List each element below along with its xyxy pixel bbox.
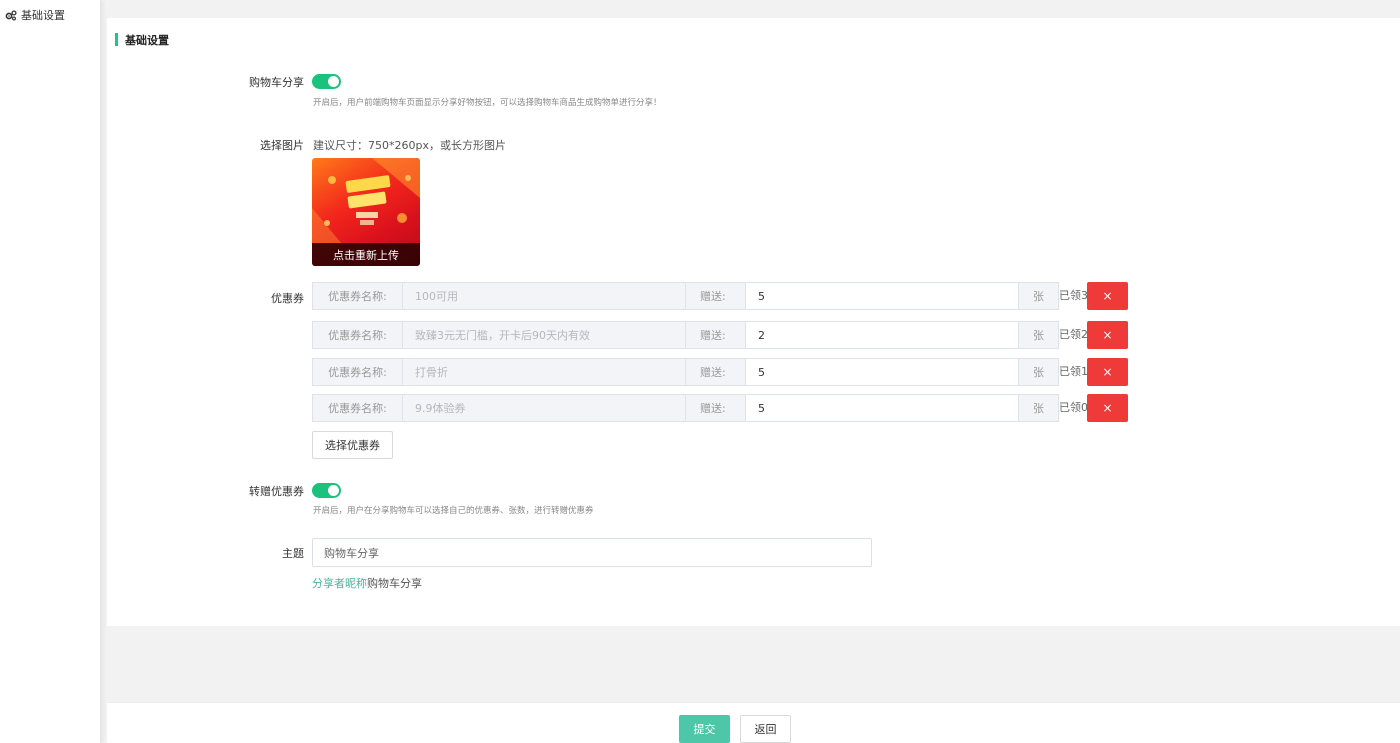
- coupon-give-label: 赠送:: [685, 394, 746, 422]
- coupons-label: 优惠券: [271, 292, 304, 305]
- select-coupon-button[interactable]: 选择优惠券: [312, 431, 393, 459]
- cart-share-hint: 开启后，用户前端购物车页面显示分享好物按钮，可以选择购物车商品生成购物单进行分享…: [313, 98, 662, 108]
- coupon-give-input[interactable]: 2: [745, 321, 1019, 349]
- coupon-delete-button[interactable]: ×: [1087, 282, 1128, 310]
- coupon-delete-button[interactable]: ×: [1087, 394, 1128, 422]
- coupon-give-input[interactable]: 5: [745, 358, 1019, 386]
- coupon-name-label: 优惠券名称:: [312, 358, 403, 386]
- sidebar-item-label: 基础设置: [21, 9, 65, 22]
- cart-share-label: 购物车分享: [249, 76, 304, 89]
- coupon-row: 优惠券名称: 9.9体验券 赠送: 5 张 已领0 ×: [312, 394, 1132, 422]
- back-button[interactable]: 返回: [740, 715, 791, 743]
- subject-tag-suffix: 购物车分享: [367, 577, 422, 590]
- coupon-row: 优惠券名称: 打骨折 赠送: 5 张 已领1 ×: [312, 358, 1132, 386]
- subject-label: 主题: [282, 547, 304, 560]
- cart-share-toggle[interactable]: [312, 74, 341, 89]
- coupon-name-label: 优惠券名称:: [312, 321, 403, 349]
- coupon-name-field: 致臻3元无门槛，开卡后90天内有效: [402, 321, 686, 349]
- subject-tag-line: 分享者昵称购物车分享: [312, 575, 422, 591]
- coupon-name-field: 100可用: [402, 282, 686, 310]
- share-image-upload[interactable]: 点击重新上传: [312, 158, 420, 266]
- coupon-received-count: 已领0: [1059, 401, 1088, 414]
- toggle-knob: [328, 485, 339, 496]
- coupon-delete-button[interactable]: ×: [1087, 358, 1128, 386]
- section-title-text: 基础设置: [125, 33, 169, 47]
- coupon-name-field: 打骨折: [402, 358, 686, 386]
- section-title: 基础设置: [115, 33, 169, 47]
- coupon-received-count: 已领3: [1059, 289, 1088, 302]
- banner-image: [312, 158, 420, 244]
- coupon-name-field: 9.9体验券: [402, 394, 686, 422]
- section-accent-bar: [115, 33, 118, 46]
- footer-bar: 提交 返回: [107, 702, 1400, 743]
- subject-input[interactable]: 购物车分享: [312, 538, 872, 567]
- image-size-hint: 建议尺寸：750*260px，或长方形图片: [313, 139, 506, 152]
- coupon-row: 优惠券名称: 100可用 赠送: 5 张 已领3 ×: [312, 282, 1132, 310]
- coupon-row: 优惠券名称: 致臻3元无门槛，开卡后90天内有效 赠送: 2 张 已领2 ×: [312, 321, 1132, 349]
- reupload-overlay: 点击重新上传: [312, 243, 420, 266]
- coupon-give-label: 赠送:: [685, 282, 746, 310]
- coupon-unit: 张: [1018, 394, 1059, 422]
- coupon-name-label: 优惠券名称:: [312, 394, 403, 422]
- coupon-give-label: 赠送:: [685, 321, 746, 349]
- coupon-give-input[interactable]: 5: [745, 394, 1019, 422]
- coupon-give-label: 赠送:: [685, 358, 746, 386]
- transfer-coupon-hint: 开启后，用户在分享购物车可以选择自己的优惠券、张数，进行转赠优惠券: [313, 506, 594, 516]
- coupon-received-count: 已领1: [1059, 365, 1088, 378]
- image-label: 选择图片: [260, 139, 304, 152]
- sharer-nickname-tag[interactable]: 分享者昵称: [312, 577, 367, 590]
- coupon-name-label: 优惠券名称:: [312, 282, 403, 310]
- coupon-unit: 张: [1018, 358, 1059, 386]
- transfer-coupon-label: 转赠优惠券: [249, 485, 304, 498]
- sidebar-item-basic-settings[interactable]: 基础设置: [0, 1, 100, 29]
- coupon-give-input[interactable]: 5: [745, 282, 1019, 310]
- coupon-received-count: 已领2: [1059, 328, 1088, 341]
- sidebar: 基础设置: [0, 0, 101, 743]
- coupon-unit: 张: [1018, 282, 1059, 310]
- transfer-coupon-toggle[interactable]: [312, 483, 341, 498]
- coupon-unit: 张: [1018, 321, 1059, 349]
- gears-icon: [5, 9, 17, 21]
- toggle-knob: [328, 76, 339, 87]
- coupon-delete-button[interactable]: ×: [1087, 321, 1128, 349]
- settings-card: 基础设置 购物车分享 开启后，用户前端购物车页面显示分享好物按钮，可以选择购物车…: [107, 18, 1400, 626]
- submit-button[interactable]: 提交: [679, 715, 730, 743]
